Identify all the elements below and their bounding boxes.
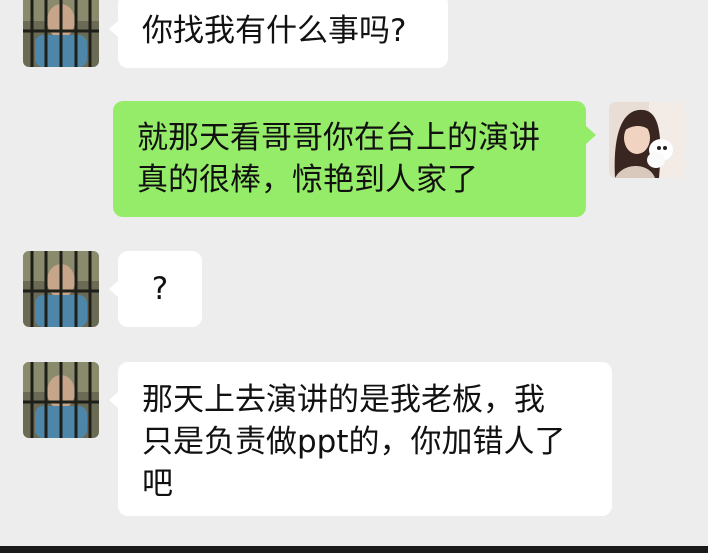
bubble-tail	[586, 126, 596, 144]
contact-avatar[interactable]	[23, 362, 99, 438]
message-bubble[interactable]: ?	[118, 251, 202, 327]
message-bubble[interactable]: 你找我有什么事吗?	[118, 0, 448, 68]
message-bubble[interactable]: 那天上去演讲的是我老板，我 只是负责做ppt的，你加错人了 吧	[118, 362, 612, 516]
self-avatar[interactable]	[609, 102, 685, 178]
girl-avatar-icon	[609, 102, 685, 178]
bottom-edge	[0, 546, 708, 553]
contact-avatar[interactable]	[23, 251, 99, 327]
prisoner-avatar-icon	[23, 251, 99, 327]
contact-avatar[interactable]	[23, 0, 99, 67]
message-bubble[interactable]: 就那天看哥哥你在台上的演讲 真的很棒，惊艳到人家了	[113, 101, 586, 217]
prisoner-avatar-icon	[23, 362, 99, 438]
prisoner-avatar-icon	[23, 0, 99, 67]
